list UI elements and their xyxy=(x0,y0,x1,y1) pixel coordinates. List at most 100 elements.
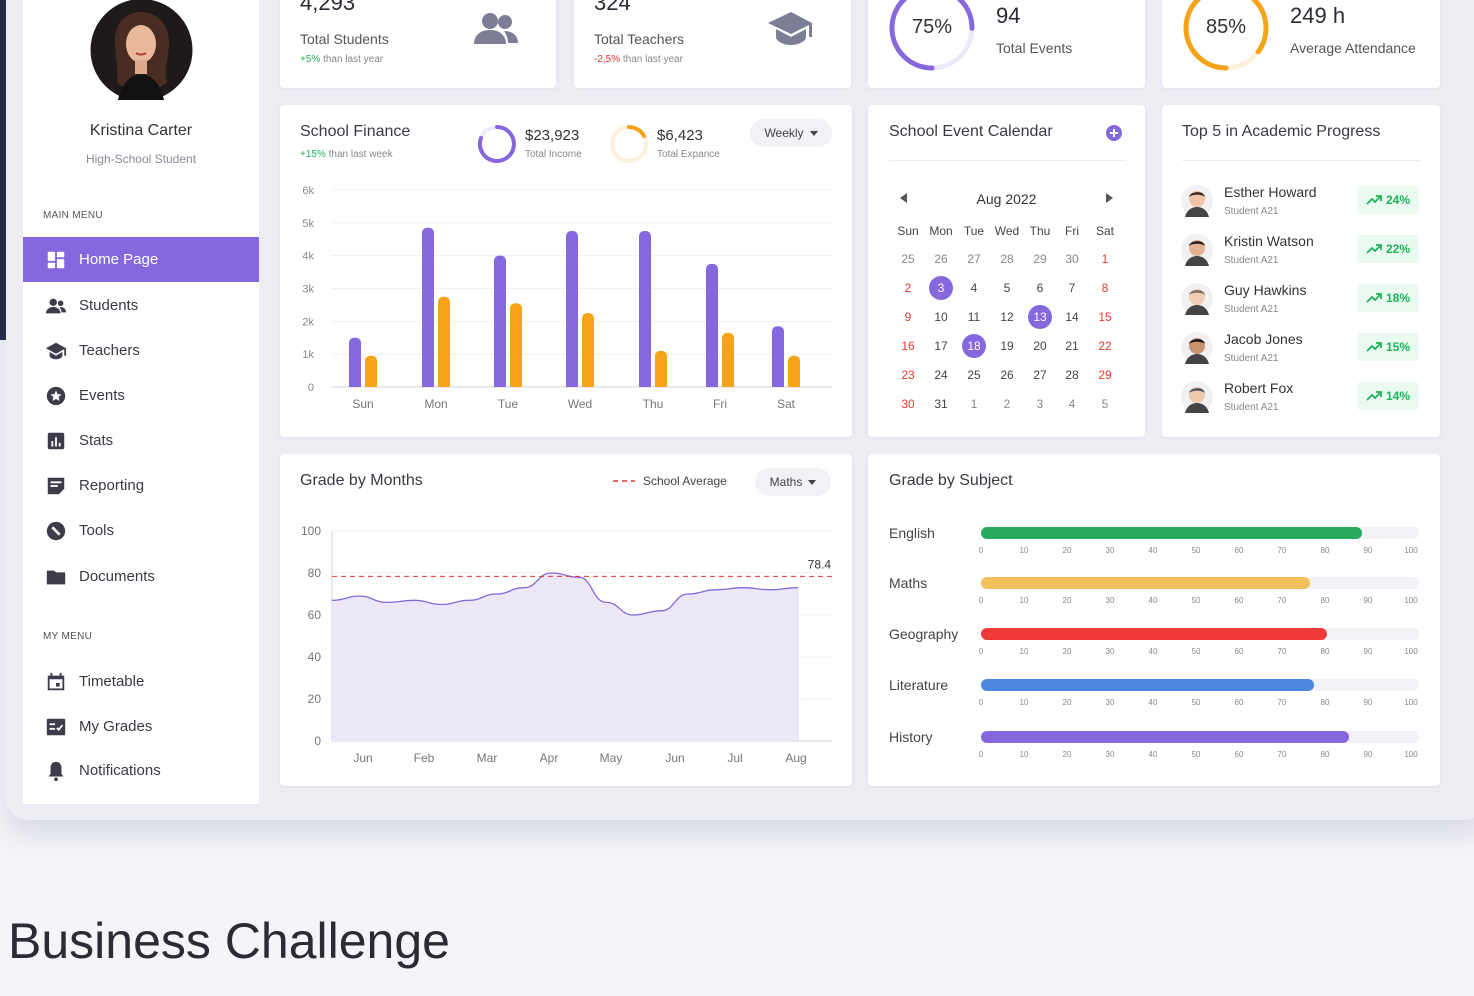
calendar-day[interactable]: 22 xyxy=(1092,335,1118,357)
bar-wed-income[interactable] xyxy=(566,231,578,387)
y-tick-label: 0 xyxy=(308,382,314,394)
attendance-percent: 85% xyxy=(1206,16,1247,38)
bar-sun-income[interactable] xyxy=(349,337,361,387)
profile-avatar[interactable] xyxy=(90,0,193,100)
calendar-day[interactable]: 29 xyxy=(1027,248,1053,270)
bar-base xyxy=(639,381,651,387)
menu-item-students[interactable]: Students xyxy=(23,283,259,328)
calendar-day[interactable]: 4 xyxy=(961,277,987,299)
bar-mon-expense[interactable] xyxy=(438,296,450,387)
calendar-day[interactable]: 7 xyxy=(1059,277,1085,299)
calendar-day[interactable]: 9 xyxy=(895,306,921,328)
calendar-day[interactable]: 5 xyxy=(1092,393,1118,415)
calendar-day[interactable]: 25 xyxy=(961,364,987,386)
calendar-day[interactable]: 21 xyxy=(1059,335,1085,357)
menu-item-notifications[interactable]: Notifications xyxy=(23,748,259,793)
calendar-day[interactable]: 30 xyxy=(1059,248,1085,270)
x-tick-label: 40 xyxy=(1148,546,1158,555)
bar-fri-expense[interactable] xyxy=(722,332,734,387)
x-tick-label: 20 xyxy=(1062,647,1072,656)
attendance-card: 85% 249 h Average Attendance xyxy=(1162,0,1440,88)
calendar-day[interactable]: 2 xyxy=(994,393,1020,415)
bar-tue-income[interactable] xyxy=(494,255,506,387)
menu-item-reporting[interactable]: Reporting xyxy=(23,463,259,508)
subject-bar-history[interactable] xyxy=(981,731,1349,743)
calendar-day[interactable]: 27 xyxy=(961,248,987,270)
calendar-day[interactable]: 28 xyxy=(1059,364,1085,386)
subject-bar-geography[interactable] xyxy=(981,628,1328,640)
calendar-day[interactable]: 24 xyxy=(928,364,954,386)
menu-item-stats[interactable]: Stats xyxy=(23,418,259,463)
calendar-day[interactable]: 30 xyxy=(895,393,921,415)
menu-item-tools[interactable]: Tools xyxy=(23,508,259,553)
calendar-day[interactable]: 3 xyxy=(1027,393,1053,415)
bar-thu-income[interactable] xyxy=(639,231,651,387)
menu-item-events[interactable]: Events xyxy=(23,373,259,418)
menu-item-home-page[interactable]: Home Page xyxy=(23,237,259,282)
calendar-day[interactable]: 6 xyxy=(1027,277,1053,299)
x-tick-label: 80 xyxy=(1320,698,1330,707)
top-student-row[interactable]: Esther Howard Student A21 24% xyxy=(1180,184,1420,224)
calendar-day[interactable]: 19 xyxy=(994,335,1020,357)
calendar-day[interactable]: 8 xyxy=(1092,277,1118,299)
y-tick-label: 40 xyxy=(308,650,322,664)
calendar-day[interactable]: 28 xyxy=(994,248,1020,270)
calendar-day[interactable]: 27 xyxy=(1027,364,1053,386)
calendar-day[interactable]: 1 xyxy=(961,393,987,415)
menu-item-label: Teachers xyxy=(79,342,140,359)
subject-axis-ticks: 0 10 20 30 40 50 60 70 80 90 100 xyxy=(979,750,1419,760)
add-event-icon[interactable] xyxy=(1105,124,1123,142)
calendar-day[interactable]: 26 xyxy=(928,248,954,270)
menu-item-teachers[interactable]: Teachers xyxy=(23,328,259,373)
y-tick-label: 20 xyxy=(308,692,322,706)
top-student-row[interactable]: Jacob Jones Student A21 15% xyxy=(1180,331,1420,371)
calendar-day[interactable]: 31 xyxy=(928,393,954,415)
menu-item-my-grades[interactable]: My Grades xyxy=(23,704,259,749)
next-month-icon[interactable] xyxy=(1105,193,1113,203)
bar-wed-expense[interactable] xyxy=(582,313,594,387)
calendar-day[interactable]: 1 xyxy=(1092,248,1118,270)
bar-fri-income[interactable] xyxy=(706,263,718,387)
bar-sat-income[interactable] xyxy=(772,326,784,387)
calendar-day[interactable]: 23 xyxy=(895,364,921,386)
calendar-day[interactable]: 13 xyxy=(1028,305,1052,329)
top5-divider xyxy=(1182,160,1420,161)
finance-period-select[interactable]: Weekly xyxy=(750,119,832,147)
menu-item-documents[interactable]: Documents xyxy=(23,554,259,599)
calendar-day[interactable]: 2 xyxy=(895,277,921,299)
calendar-day[interactable]: 3 xyxy=(929,276,953,300)
subject-bar-maths[interactable] xyxy=(981,577,1310,589)
bar-mon-income[interactable] xyxy=(422,227,434,387)
subject-select[interactable]: Maths xyxy=(755,468,831,496)
x-tick-label: 50 xyxy=(1191,546,1201,555)
top-student-row[interactable]: Kristin Watson Student A21 22% xyxy=(1180,233,1420,273)
top-student-row[interactable]: Robert Fox Student A21 14% xyxy=(1180,380,1420,420)
calendar-day[interactable]: 12 xyxy=(994,306,1020,328)
calendar-day[interactable]: 17 xyxy=(928,335,954,357)
calendar-day[interactable]: 4 xyxy=(1059,393,1085,415)
x-tick-label: 40 xyxy=(1148,647,1158,656)
subject-label: Maths xyxy=(889,575,928,591)
calendar-day[interactable]: 20 xyxy=(1027,335,1053,357)
calendar-day[interactable]: 11 xyxy=(961,306,987,328)
calendar-day[interactable]: 16 xyxy=(895,335,921,357)
subject-bar-english[interactable] xyxy=(981,527,1363,539)
calendar-day[interactable]: 29 xyxy=(1092,364,1118,386)
calendar-day[interactable]: 25 xyxy=(895,248,921,270)
calendar-day[interactable]: 14 xyxy=(1059,306,1085,328)
chevron-down-icon xyxy=(808,479,817,485)
calendar-day[interactable]: 5 xyxy=(994,277,1020,299)
income-label: Total Income xyxy=(525,149,582,160)
subject-bar-literature[interactable] xyxy=(981,679,1314,691)
calendar-day[interactable]: 18 xyxy=(962,334,986,358)
calendar-day[interactable]: 15 xyxy=(1092,306,1118,328)
total-teachers-card: 324 Total Teachers -2,5% than last year xyxy=(574,0,851,88)
calendar-day[interactable]: 26 xyxy=(994,364,1020,386)
x-tick-label: 50 xyxy=(1191,596,1201,605)
dashed-line-icon xyxy=(613,480,635,482)
top-student-row[interactable]: Guy Hawkins Student A21 18% xyxy=(1180,282,1420,322)
bar-tue-expense[interactable] xyxy=(510,303,522,387)
total-teachers-delta-text: than last year xyxy=(622,54,683,65)
calendar-day[interactable]: 10 xyxy=(928,306,954,328)
menu-item-timetable[interactable]: Timetable xyxy=(23,659,259,704)
